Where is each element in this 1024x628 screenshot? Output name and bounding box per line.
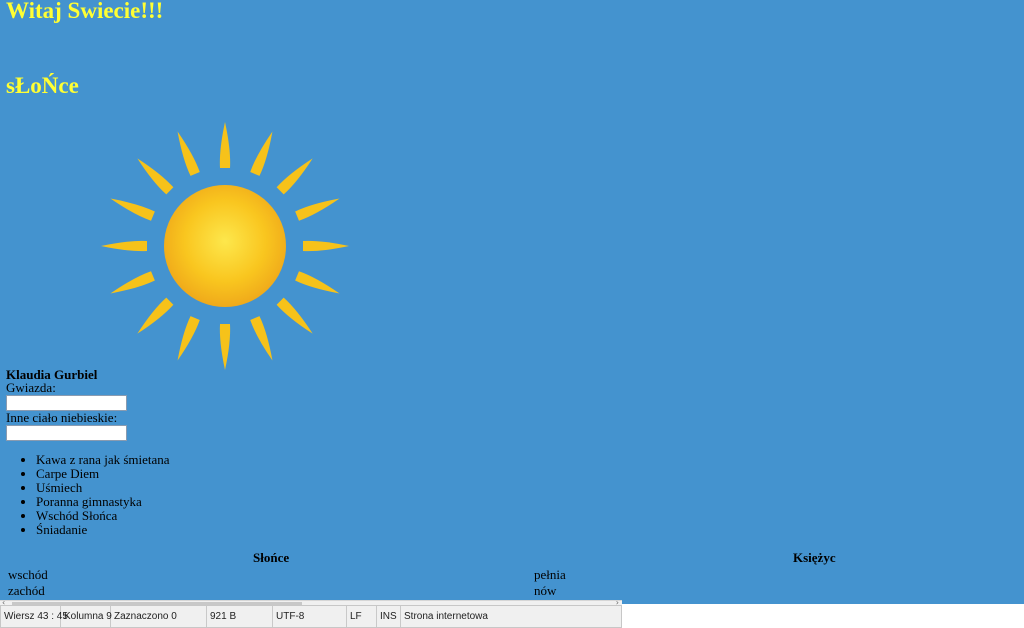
- status-size: 921 B: [207, 606, 273, 627]
- sun-ray: [177, 316, 200, 361]
- table-cell: wschód: [8, 567, 48, 582]
- status-encoding[interactable]: UTF-8: [273, 606, 347, 627]
- table-header-moon: Księżyc: [793, 550, 836, 565]
- sun-ray: [137, 158, 174, 195]
- table-cell: zachód: [8, 583, 45, 598]
- sun-ray: [110, 198, 155, 221]
- star-label: Gwiazda:: [6, 380, 56, 395]
- web-page: Witaj Swiecie!!! sŁoŃce Klaudia Gurbiel …: [0, 0, 1024, 604]
- sun-ray: [101, 240, 147, 252]
- status-selected: Zaznaczono 0: [111, 606, 207, 627]
- status-file-type[interactable]: Strona internetowa: [401, 606, 621, 627]
- sun-ray: [276, 297, 313, 334]
- list-item: Śniadanie: [36, 523, 170, 537]
- sun-ray: [303, 240, 349, 252]
- table-cell: pełnia: [534, 567, 566, 582]
- sun-ray: [295, 198, 340, 221]
- table-header-sun: Słońce: [253, 550, 290, 565]
- list-item: Carpe Diem: [36, 467, 170, 481]
- list-item: Wschód Słońca: [36, 509, 170, 523]
- sun-ray: [250, 316, 273, 361]
- page-title: Witaj Swiecie!!!: [6, 0, 164, 23]
- star-input[interactable]: [6, 395, 127, 411]
- list-item: Kawa z rana jak śmietana: [36, 453, 170, 467]
- status-position: Wiersz 43 : 45: [1, 606, 68, 627]
- other-body-input[interactable]: [6, 425, 127, 441]
- table-cell: nów: [534, 583, 557, 598]
- sun-ray: [137, 297, 174, 334]
- sun-icon: [101, 122, 349, 370]
- status-line-ending[interactable]: LF: [347, 606, 377, 627]
- sun-ray: [295, 271, 340, 294]
- other-body-label: Inne ciało niebieskie:: [6, 410, 118, 425]
- status-column: Kolumna 9: [61, 606, 112, 627]
- sun-ray: [219, 122, 231, 168]
- page-subtitle: sŁoŃce: [6, 73, 79, 98]
- list-item: Uśmiech: [36, 481, 170, 495]
- bullet-list: Kawa z rana jak śmietana Carpe Diem Uśmi…: [20, 453, 170, 537]
- sun-ray: [250, 131, 273, 176]
- status-bar: Wiersz 43 : 45 Kolumna 9 Zaznaczono 0 92…: [0, 605, 622, 628]
- sun-ray: [177, 131, 200, 176]
- sun-ray: [219, 324, 231, 370]
- list-item: Poranna gimnastyka: [36, 495, 170, 509]
- sun-ray: [110, 271, 155, 294]
- sun-ray: [276, 158, 313, 195]
- status-mode[interactable]: INS: [377, 606, 401, 627]
